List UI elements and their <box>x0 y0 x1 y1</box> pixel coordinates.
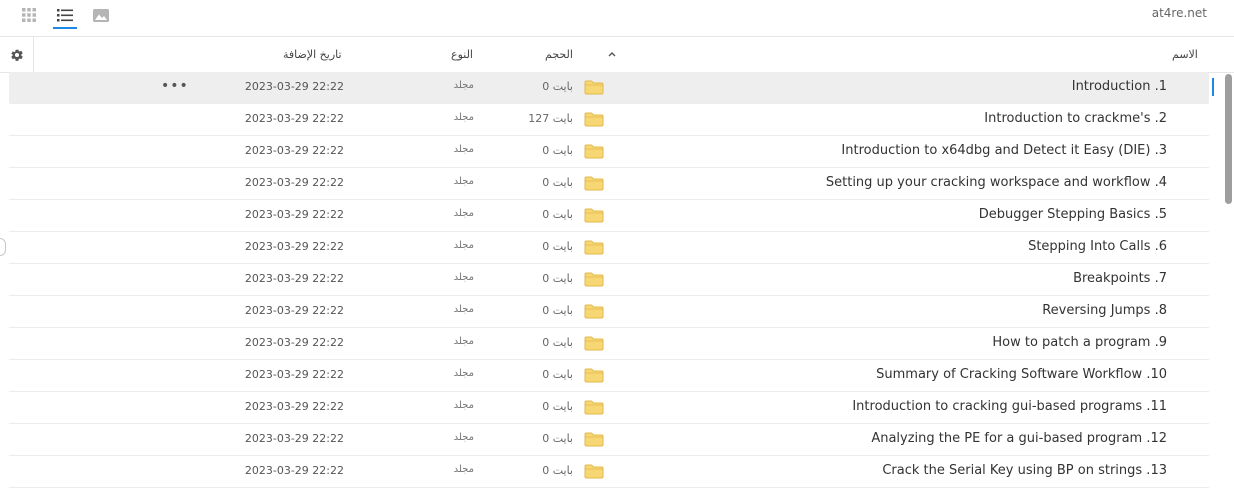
folder-name[interactable]: Introduction to cracking gui-based progr… <box>852 399 1167 414</box>
folder-icon <box>584 368 604 383</box>
table-row[interactable]: Breakpoints .7 0 بايت مجلد 2023-03-29 22:22 <box>9 264 1209 296</box>
table-row[interactable]: Introduction to crackme's .2 127 بايت مجلد… <box>9 104 1209 136</box>
file-type: مجلد <box>453 144 474 155</box>
folder-icon <box>584 336 604 351</box>
date-added: 2023-03-29 22:22 <box>244 208 344 221</box>
file-type: مجلد <box>453 80 474 91</box>
folder-icon <box>584 80 604 95</box>
date-added: 2023-03-29 22:22 <box>244 304 344 317</box>
file-type: مجلد <box>453 208 474 219</box>
folder-name[interactable]: Introduction to crackme's .2 <box>984 111 1167 126</box>
file-size: 0 بايت <box>542 272 573 285</box>
file-size: 0 بايت <box>542 208 573 221</box>
file-type: مجلد <box>453 304 474 315</box>
selection-indicator <box>1212 78 1214 96</box>
column-date-added[interactable]: تاريخ الإضافة <box>283 48 342 61</box>
table-row[interactable]: Stepping Into Calls .6 0 بايت مجلد 2023-03-… <box>9 232 1209 264</box>
file-size: 0 بايت <box>542 144 573 157</box>
date-added: 2023-03-29 22:22 <box>244 368 344 381</box>
file-size: 0 بايت <box>542 240 573 253</box>
folder-icon <box>584 432 604 447</box>
column-size[interactable]: الحجم <box>545 48 573 61</box>
date-added: 2023-03-29 22:22 <box>244 240 344 253</box>
column-type[interactable]: النوع <box>451 48 473 61</box>
file-type: مجلد <box>453 336 474 347</box>
image-icon <box>93 8 109 22</box>
more-options-button[interactable]: ••• <box>161 78 189 94</box>
scrollbar[interactable] <box>1224 72 1234 491</box>
file-size: 0 بايت <box>542 304 573 317</box>
folder-name[interactable]: Summary of Cracking Software Workflow .1… <box>876 367 1167 382</box>
toolbar: at4re.net <box>0 0 1234 37</box>
table-row[interactable]: Debugger Stepping Basics .5 0 بايت مجلد 202… <box>9 200 1209 232</box>
folder-icon <box>584 240 604 255</box>
file-list: Introduction .1 0 بايت مجلد 2023-03-29 22:2… <box>0 72 1234 491</box>
folder-icon <box>584 208 604 223</box>
table-row[interactable]: How to patch a program .9 0 بايت مجلد 2023-… <box>9 328 1209 360</box>
gallery-view-button[interactable] <box>89 4 113 26</box>
folder-name[interactable]: Introduction .1 <box>1072 79 1167 94</box>
grid-view-button[interactable] <box>17 4 41 26</box>
file-size: 0 بايت <box>542 400 573 413</box>
file-type: مجلد <box>453 176 474 187</box>
file-size: 0 بايت <box>542 432 573 445</box>
gear-icon <box>10 48 23 61</box>
table-row[interactable]: Introduction to cracking gui-based progr… <box>9 392 1209 424</box>
folder-icon <box>584 112 604 127</box>
folder-icon <box>584 176 604 191</box>
table-row[interactable]: Setting up your cracking workspace and w… <box>9 168 1209 200</box>
list-view-button[interactable] <box>53 4 77 29</box>
table-row[interactable]: Introduction to x64dbg and Detect it Eas… <box>9 136 1209 168</box>
chevron-up-icon[interactable] <box>607 50 617 58</box>
table-row[interactable]: Summary of Cracking Software Workflow .1… <box>9 360 1209 392</box>
file-type: مجلد <box>453 464 474 475</box>
table-row[interactable]: Reversing Jumps .8 0 بايت مجلد 2023-03-29 2… <box>9 296 1209 328</box>
folder-name[interactable]: Breakpoints .7 <box>1073 271 1167 286</box>
file-type: مجلد <box>453 400 474 411</box>
folder-name[interactable]: How to patch a program .9 <box>992 335 1167 350</box>
date-added: 2023-03-29 22:22 <box>244 80 344 93</box>
column-header: تاريخ الإضافة النوع الحجم الاسم <box>0 37 1234 73</box>
date-added: 2023-03-29 22:22 <box>244 112 344 125</box>
folder-name[interactable]: Reversing Jumps .8 <box>1042 303 1167 318</box>
folder-name[interactable]: Stepping Into Calls .6 <box>1028 239 1167 254</box>
file-size: 0 بايت <box>542 176 573 189</box>
date-added: 2023-03-29 22:22 <box>244 272 344 285</box>
date-added: 2023-03-29 22:22 <box>244 336 344 349</box>
file-type: مجلد <box>453 272 474 283</box>
column-name[interactable]: الاسم <box>1172 48 1198 61</box>
date-added: 2023-03-29 22:22 <box>244 432 344 445</box>
file-type: مجلد <box>453 432 474 443</box>
grid-icon <box>22 8 36 22</box>
file-type: مجلد <box>453 368 474 379</box>
folder-name[interactable]: Crack the Serial Key using BP on strings… <box>882 463 1167 478</box>
file-size: 0 بايت <box>542 464 573 477</box>
folder-icon <box>584 304 604 319</box>
folder-icon <box>584 464 604 479</box>
folder-name[interactable]: Introduction to x64dbg and Detect it Eas… <box>841 143 1167 158</box>
site-name: at4re.net <box>1151 6 1207 20</box>
folder-name[interactable]: Setting up your cracking workspace and w… <box>826 175 1167 190</box>
date-added: 2023-03-29 22:22 <box>244 464 344 477</box>
date-added: 2023-03-29 22:22 <box>244 176 344 189</box>
table-row[interactable]: Analyzing the PE for a gui-based program… <box>9 424 1209 456</box>
scrollbar-thumb[interactable] <box>1225 74 1232 204</box>
folder-name[interactable]: Analyzing the PE for a gui-based program… <box>871 431 1167 446</box>
settings-button[interactable] <box>0 37 34 72</box>
folder-icon <box>584 272 604 287</box>
file-type: مجلد <box>453 112 474 123</box>
file-size: 0 بايت <box>542 368 573 381</box>
table-row[interactable]: Introduction .1 0 بايت مجلد 2023-03-29 22:2… <box>9 72 1209 104</box>
folder-icon <box>584 144 604 159</box>
file-size: 127 بايت <box>528 112 573 125</box>
file-size: 0 بايت <box>542 80 573 93</box>
file-type: مجلد <box>453 240 474 251</box>
file-size: 0 بايت <box>542 336 573 349</box>
date-added: 2023-03-29 22:22 <box>244 144 344 157</box>
folder-icon <box>584 400 604 415</box>
folder-name[interactable]: Debugger Stepping Basics .5 <box>979 207 1167 222</box>
date-added: 2023-03-29 22:22 <box>244 400 344 413</box>
list-icon <box>57 8 73 21</box>
table-row[interactable]: Crack the Serial Key using BP on strings… <box>9 456 1209 488</box>
